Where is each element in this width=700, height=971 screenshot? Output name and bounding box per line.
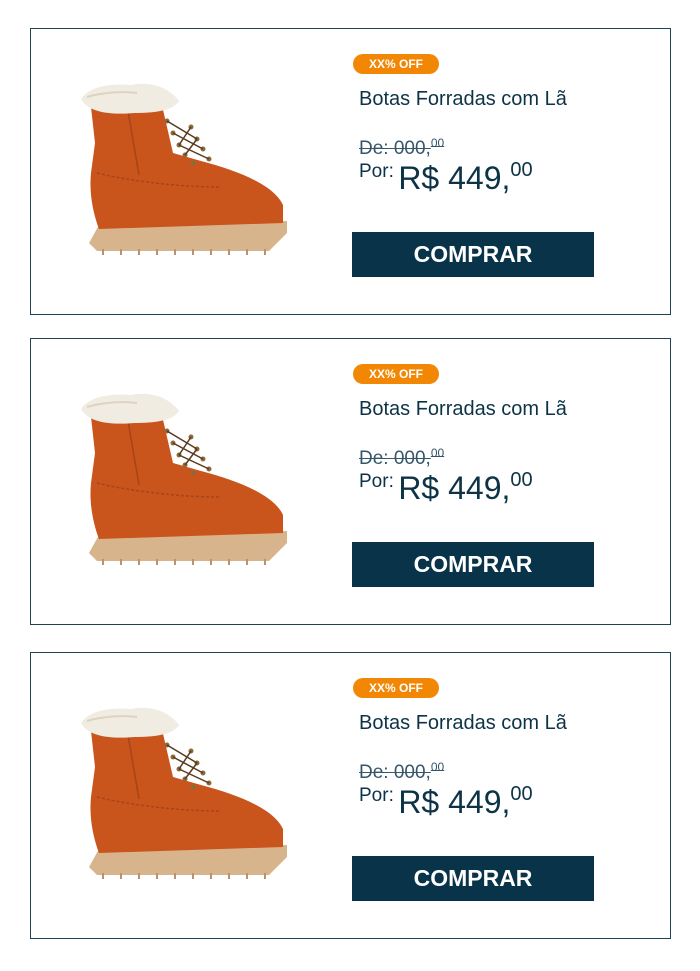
current-price: Por: R$ 449,00 (359, 469, 533, 506)
price-label: Por: (359, 471, 394, 492)
price-cents: 00 (510, 469, 533, 491)
current-price: Por: R$ 449,00 (359, 783, 533, 820)
buy-button[interactable]: COMPRAR (352, 232, 594, 277)
old-price-value: 000, (393, 448, 431, 469)
old-price-label: De: (359, 448, 389, 469)
old-price-value: 000, (393, 138, 431, 159)
old-price: De: 000,00 (359, 132, 444, 160)
price-cents: 00 (510, 159, 533, 181)
old-price-cents: 00 (430, 136, 445, 150)
boot-image[interactable] (69, 83, 299, 263)
price-label: Por: (359, 161, 394, 182)
buy-button[interactable]: COMPRAR (352, 542, 594, 587)
old-price-value: 000, (393, 762, 431, 783)
price-value: R$ 449, (398, 160, 511, 196)
price-value: R$ 449, (398, 784, 511, 820)
boot-graphic (81, 393, 287, 565)
boot-image[interactable] (69, 707, 299, 887)
boot-graphic (81, 83, 287, 255)
boot-image[interactable] (69, 393, 299, 573)
old-price-label: De: (359, 762, 389, 783)
price-label: Por: (359, 785, 394, 806)
buy-button[interactable]: COMPRAR (352, 856, 594, 901)
product-title[interactable]: Botas Forradas com Lã (359, 397, 567, 421)
old-price-label: De: (359, 138, 389, 159)
discount-badge: XX% OFF (353, 364, 439, 384)
old-price: De: 000,00 (359, 756, 444, 784)
old-price-cents: 00 (430, 446, 445, 460)
boot-graphic (81, 707, 287, 879)
old-price-cents: 00 (430, 760, 445, 774)
product-title[interactable]: Botas Forradas com Lã (359, 87, 567, 111)
product-title[interactable]: Botas Forradas com Lã (359, 711, 567, 735)
current-price: Por: R$ 449,00 (359, 159, 533, 196)
product-card[interactable]: XX% OFF Botas Forradas com Lã De: 000,00… (30, 28, 671, 315)
discount-badge: XX% OFF (353, 54, 439, 74)
price-value: R$ 449, (398, 470, 511, 506)
price-cents: 00 (510, 783, 533, 805)
product-card[interactable]: XX% OFF Botas Forradas com Lã De: 000,00… (30, 652, 671, 939)
old-price: De: 000,00 (359, 442, 444, 470)
product-card[interactable]: XX% OFF Botas Forradas com Lã De: 000,00… (30, 338, 671, 625)
discount-badge: XX% OFF (353, 678, 439, 698)
